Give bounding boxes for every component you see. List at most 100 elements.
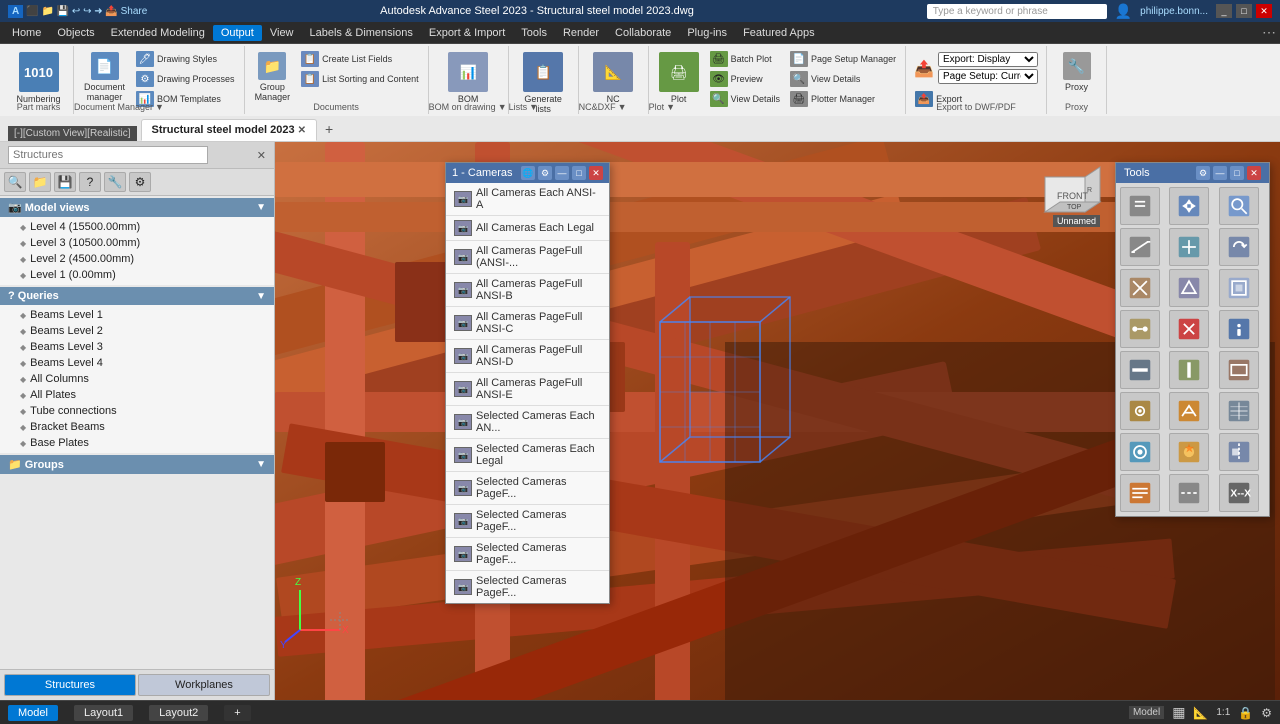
toolbar-btn-6[interactable]: ⚙ [129, 172, 151, 192]
tools-minimize-icon[interactable]: — [1213, 166, 1227, 180]
menu-extended[interactable]: Extended Modeling [103, 25, 213, 41]
cameras-close-icon[interactable]: ✕ [589, 166, 603, 180]
tool-btn-beam[interactable] [1120, 351, 1160, 389]
menu-collaborate[interactable]: Collaborate [607, 25, 679, 41]
list-item[interactable]: ◆ Level 2 (4500.00mm) [0, 251, 274, 267]
list-item[interactable]: ◆ Beams Level 3 [0, 339, 274, 355]
ribbon-btn-batchplot[interactable]: 🖨 Batch Plot [707, 50, 783, 68]
tool-btn-render[interactable] [1169, 433, 1209, 471]
menu-options[interactable]: ⋯ [1262, 24, 1276, 41]
tool-btn-list[interactable] [1120, 474, 1160, 512]
tool-btn-info[interactable] [1219, 310, 1259, 348]
list-item[interactable]: ◆ Base Plates [0, 435, 274, 451]
list-item[interactable]: 📷 All Cameras PageFull (ANSI-... [446, 241, 609, 274]
page-setup-select[interactable]: Page Setup: Current [938, 69, 1038, 84]
workplanes-btn[interactable]: Workplanes [138, 674, 270, 696]
menu-render[interactable]: Render [555, 25, 607, 41]
status-tab-model[interactable]: Model [8, 705, 58, 721]
tool-btn-add[interactable] [1169, 228, 1209, 266]
tool-btn-bolt[interactable] [1120, 392, 1160, 430]
list-item[interactable]: ◆ Tube connections [0, 403, 274, 419]
tab-main[interactable]: Structural steel model 2023 ✕ [141, 119, 318, 141]
cameras-maximize-icon[interactable]: □ [572, 166, 586, 180]
list-item[interactable]: ◆ All Columns [0, 371, 274, 387]
ribbon-btn-preview[interactable]: 👁 Preview [707, 70, 783, 88]
status-tab-layout1[interactable]: Layout1 [74, 705, 133, 721]
close-btn[interactable]: ✕ [1256, 4, 1272, 18]
cameras-settings-icon[interactable]: ⚙ [538, 166, 552, 180]
list-item[interactable]: ◆ Level 1 (0.00mm) [0, 267, 274, 283]
ribbon-btn-plot[interactable]: 🖨 Plot [655, 50, 703, 106]
tool-btn-rotate[interactable] [1219, 228, 1259, 266]
ribbon-btn-ncdxf[interactable]: 📐 NC [589, 50, 637, 106]
tool-btn-delete[interactable] [1169, 310, 1209, 348]
menu-export[interactable]: Export & Import [421, 25, 513, 41]
settings-icon[interactable]: ⚙ [1261, 706, 1272, 720]
toolbar-btn-2[interactable]: 📁 [29, 172, 51, 192]
window-controls[interactable]: _ □ ✕ [1216, 4, 1272, 18]
section-groups[interactable]: 📁 Groups ▼ [0, 455, 274, 474]
export-display-select[interactable]: Export: Display [938, 52, 1038, 67]
list-item[interactable]: 📷 All Cameras PageFull ANSI-C [446, 307, 609, 340]
section-queries[interactable]: ? Queries ▼ [0, 287, 274, 305]
quick-access-icons[interactable]: ⬛ 📁 💾 ↩ ↪ ➜ 📤 Share [26, 6, 147, 17]
tool-btn-frame[interactable] [1219, 269, 1259, 307]
list-item[interactable]: ◆ Beams Level 4 [0, 355, 274, 371]
ribbon-btn-pagesetup[interactable]: 📄 Page Setup Manager [787, 50, 899, 68]
list-item[interactable]: ◆ Bracket Beams [0, 419, 274, 435]
ribbon-btn-drawingstyles[interactable]: 🖊 Drawing Styles [133, 50, 238, 68]
list-item[interactable]: ◆ Beams Level 1 [0, 307, 274, 323]
ribbon-btn-createlistfields[interactable]: 📋 Create List Fields [298, 50, 422, 68]
cameras-minimize-icon[interactable]: — [555, 166, 569, 180]
toolbar-btn-4[interactable]: ? [79, 172, 101, 192]
list-item[interactable]: ◆ All Plates [0, 387, 274, 403]
list-item[interactable]: ◆ Beams Level 2 [0, 323, 274, 339]
list-item[interactable]: 📷 All Cameras PageFull ANSI-B [446, 274, 609, 307]
tool-btn-column[interactable] [1169, 351, 1209, 389]
search-box[interactable]: Type a keyword or phrase [927, 4, 1107, 19]
menu-view[interactable]: View [262, 25, 302, 41]
list-item[interactable]: 📷 Selected Cameras Each Legal [446, 439, 609, 472]
minimize-btn[interactable]: _ [1216, 4, 1232, 18]
tool-btn-select[interactable] [1120, 187, 1160, 225]
tool-btn-section[interactable] [1219, 433, 1259, 471]
ribbon-btn-docmanager[interactable]: 📄 Documentmanager [80, 50, 129, 104]
structures-search-input[interactable] [8, 146, 208, 164]
tool-btn-cut[interactable] [1120, 269, 1160, 307]
toolbar-btn-5[interactable]: 🔧 [104, 172, 126, 192]
list-item[interactable]: 📷 Selected Cameras PageF... [446, 538, 609, 571]
tools-maximize-icon[interactable]: □ [1230, 166, 1244, 180]
menu-featured[interactable]: Featured Apps [735, 25, 823, 41]
grid-icon[interactable]: ▦ [1172, 704, 1185, 721]
ribbon-btn-drawingprocesses[interactable]: ⚙ Drawing Processes [133, 70, 238, 88]
list-item[interactable]: 📷 Selected Cameras PageF... [446, 472, 609, 505]
menu-plugins[interactable]: Plug-ins [679, 25, 735, 41]
search-close-icon[interactable]: ✕ [257, 149, 266, 162]
list-item[interactable]: 📷 All Cameras Each Legal [446, 216, 609, 241]
tool-btn-move[interactable] [1169, 187, 1209, 225]
menu-objects[interactable]: Objects [49, 25, 102, 41]
section-modelviews[interactable]: 📷 Model views ▼ [0, 198, 274, 217]
tool-btn-plate[interactable] [1219, 351, 1259, 389]
list-item[interactable]: 📷 Selected Cameras Each AN... [446, 406, 609, 439]
ribbon-btn-numbering[interactable]: 1010 Numbering [12, 50, 64, 106]
list-item[interactable]: ◆ Level 3 (10500.00mm) [0, 235, 274, 251]
tool-btn-measure[interactable] [1120, 228, 1160, 266]
tool-btn-dashes[interactable] [1169, 474, 1209, 512]
maximize-btn[interactable]: □ [1236, 4, 1252, 18]
toolbar-btn-3[interactable]: 💾 [54, 172, 76, 192]
list-item[interactable]: 📷 All Cameras PageFull ANSI-D [446, 340, 609, 373]
list-item[interactable]: 📷 Selected Cameras PageF... [446, 505, 609, 538]
tool-btn-xform[interactable]: X--X [1219, 474, 1259, 512]
snap-icon[interactable]: 📐 [1193, 706, 1208, 720]
ribbon-btn-bom[interactable]: 📊 BOM [444, 50, 492, 106]
tools-settings-icon[interactable]: ⚙ [1196, 166, 1210, 180]
list-item[interactable]: 📷 All Cameras PageFull ANSI-E [446, 373, 609, 406]
toolbar-btn-1[interactable]: 🔍 [4, 172, 26, 192]
status-tab-layout2[interactable]: Layout2 [149, 705, 208, 721]
tab-add-btn[interactable]: + [319, 117, 339, 141]
list-item[interactable]: 📷 All Cameras Each ANSI-A [446, 183, 609, 216]
tools-close-icon[interactable]: ✕ [1247, 166, 1261, 180]
tool-btn-weld[interactable] [1169, 392, 1209, 430]
cameras-globe-icon[interactable]: 🌐 [521, 166, 535, 180]
